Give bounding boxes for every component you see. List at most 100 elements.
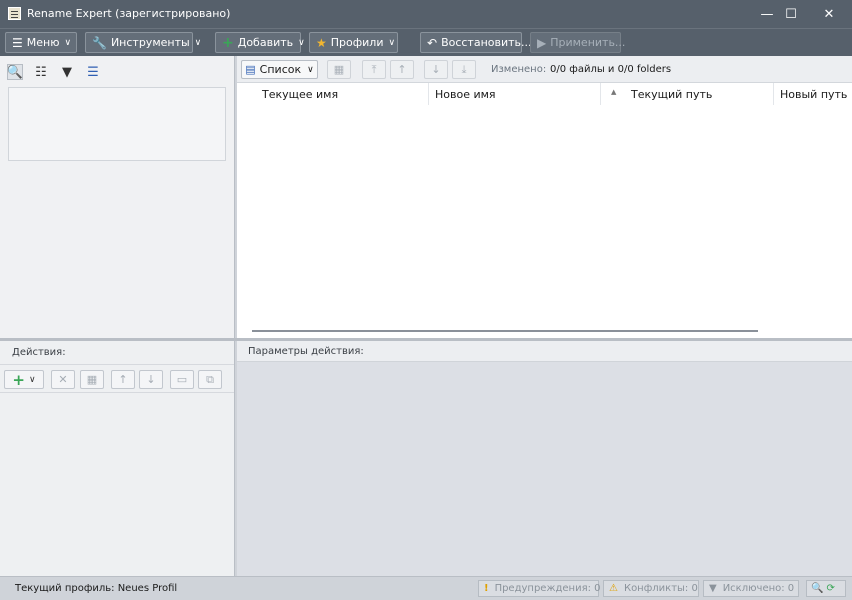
list-tool-button[interactable]: ☰ [85,64,101,80]
filter-panel: 🔍 ☷ ▼ ☰ [0,56,235,338]
settings-icon: ▦ [86,373,98,386]
columns-button[interactable]: ▦ [327,60,351,79]
arrow-down-icon: ↓ [146,373,156,386]
filter-icon: ▼ [62,64,72,80]
move-top-button[interactable]: ⤒ [362,60,386,79]
chevron-down-icon: ∨ [307,64,314,75]
menu-button[interactable]: ☰ Меню ∨ [5,32,77,53]
tools-label: Инструменты [110,36,190,49]
apply-label: Применить... [550,36,626,49]
params-header: Параметры действия: [237,341,852,362]
action-down-button[interactable]: ↓ [139,370,163,389]
conflicts-indicator[interactable]: ⚠ Конфликты: 0 [603,580,699,597]
add-button[interactable]: + Добавить ∨ [215,32,305,53]
refresh-icon: ⟳ [826,583,835,594]
profiles-button[interactable]: ★ Профили ∨ [309,32,398,53]
arrow-top-icon: ⤒ [371,62,377,76]
wrench-icon: 🔧 [92,35,107,50]
column-new-name[interactable]: Новое имя [429,83,601,105]
hamburger-icon: ☰ [12,35,23,50]
undo-icon: ↶ [427,35,438,50]
restore-button[interactable]: ↶ Восстановить... [420,32,532,53]
add-label: Добавить [237,36,294,49]
changed-label: Изменено: [491,64,547,75]
action-settings-button[interactable]: ▦ [80,370,104,389]
actions-label: Действия: [12,347,66,358]
delete-icon: ✕ [58,373,68,386]
params-label: Параметры действия: [248,346,364,357]
view-select-button[interactable]: ▤ Список ∨ [241,60,318,79]
view-label: Список [259,63,302,76]
title-bar[interactable]: Rename Expert (зарегистрировано) — ☐ ✕ [0,0,852,28]
restore-label: Восстановить... [441,36,532,49]
search-refresh-button[interactable]: 🔍 ⟳ [806,580,846,597]
star-icon: ★ [316,35,327,50]
chevron-down-icon: ∨ [194,37,202,48]
add-action-button[interactable]: + ∨ [4,370,44,389]
folder-list[interactable] [8,87,226,161]
action-rename-button[interactable]: ▭ [170,370,194,389]
profiles-label: Профили [330,36,384,49]
tree-tool-button[interactable]: ☷ [33,64,49,80]
plus-icon: + [222,34,234,51]
chevron-down-icon: ∨ [298,37,305,48]
menu-label: Меню [26,36,60,49]
warnings-indicator[interactable]: ! Предупреждения: 0 [478,580,601,597]
action-copy-button[interactable]: ⧉ [198,370,222,389]
column-header: Текущее имя Новое имя ▲ Текущий путь Нов… [237,83,852,105]
list-view-icon: ▤ [245,63,256,76]
play-icon: ▶ [537,35,547,50]
plus-icon: + [12,370,25,389]
action-up-button[interactable]: ↑ [111,370,135,389]
arrow-up-icon: ↑ [397,63,407,76]
file-list-panel: ▤ Список ∨ ▦ ⤒ ↑ ↓ ⤓ Изменено: 0/0 файлы… [237,56,852,338]
actions-toolbar: + ∨ ✕ ▦ ↑ ↓ ▭ ⧉ [0,364,234,393]
column-new-path[interactable]: Новый путь [774,83,852,105]
column-current-name[interactable]: Текущее имя [256,83,429,105]
funnel-icon: ▼ [709,583,717,594]
app-window: Rename Expert (зарегистрировано) — ☐ ✕ ☰… [0,0,852,600]
conflict-icon: ⚠ [609,583,618,594]
filter-tool-button[interactable]: ▼ [59,64,75,80]
conflicts-text: Конфликты: 0 [623,583,698,594]
current-profile-text: Текущий профиль: Neues Profil [15,583,178,594]
copy-icon: ⧉ [206,372,214,386]
warnings-text: Предупреждения: 0 [494,583,601,594]
app-icon [8,7,21,20]
arrow-bottom-icon: ⤓ [461,62,467,76]
file-list-toolbar: ▤ Список ∨ ▦ ⤒ ↑ ↓ ⤓ Изменено: 0/0 файлы… [237,56,852,83]
columns-icon: ▦ [333,63,345,76]
sort-ascending-icon: ▲ [611,88,617,96]
excluded-indicator[interactable]: ▼ Исключено: 0 [703,580,799,597]
close-button[interactable]: ✕ [806,0,852,28]
status-bar: Текущий профиль: Neues Profil ! Предупре… [0,576,852,600]
actions-panel: Действия: + ∨ ✕ ▦ ↑ ↓ ▭ ⧉ [0,341,235,576]
arrow-down-icon: ↓ [431,63,441,76]
main-toolbar: ☰ Меню ∨ 🔧 Инструменты ∨ + Добавить ∨ ★ … [0,28,852,56]
action-parameters-panel: Параметры действия: [237,341,852,576]
chevron-down-icon: ∨ [28,374,36,385]
close-icon: ✕ [823,6,835,22]
chevron-down-icon: ∨ [388,37,396,48]
window-title: Rename Expert (зарегистрировано) [27,7,231,20]
move-down-button[interactable]: ↓ [424,60,448,79]
horizontal-scrollbar[interactable] [252,330,758,332]
warning-icon: ! [484,583,489,594]
maximize-icon: ☐ [785,6,797,22]
search-icon: 🔍 [6,64,24,80]
search-icon: 🔍 [811,583,824,594]
delete-action-button[interactable]: ✕ [51,370,75,389]
tools-button[interactable]: 🔧 Инструменты ∨ [85,32,201,53]
filter-toolbar: 🔍 ☷ ▼ ☰ [0,56,234,86]
move-up-button[interactable]: ↑ [390,60,414,79]
search-tool-button[interactable]: 🔍 [7,64,23,80]
arrow-up-icon: ↑ [118,373,128,386]
list-icon: ☰ [87,64,99,80]
move-bottom-button[interactable]: ⤓ [452,60,476,79]
changed-value: 0/0 файлы и 0/0 folders [550,64,672,75]
tree-icon: ☷ [35,64,47,80]
chevron-down-icon: ∨ [64,37,72,48]
column-current-path[interactable]: Текущий путь [625,83,774,105]
apply-button[interactable]: ▶ Применить... [530,32,625,53]
rename-icon: ▭ [176,373,188,386]
